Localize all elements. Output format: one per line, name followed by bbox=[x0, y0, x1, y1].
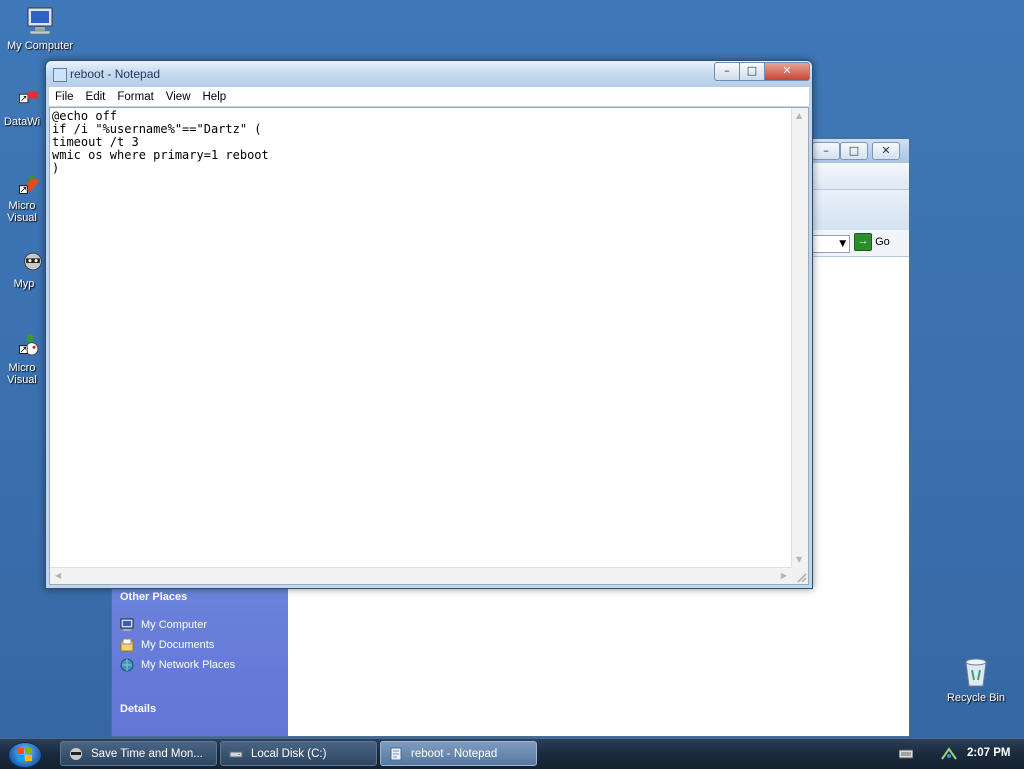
resize-grip-icon[interactable] bbox=[792, 568, 808, 584]
explorer-minimize-button[interactable]: – bbox=[812, 142, 840, 160]
drive-icon bbox=[229, 751, 243, 757]
explorer-maximize-button[interactable]: □ bbox=[840, 142, 868, 160]
other-places-panel: Other Places My Computer My Documents My… bbox=[120, 591, 280, 675]
scroll-left-arrow-icon[interactable]: ◀ bbox=[55, 571, 61, 581]
desktop-icon-label: Micro Visual bbox=[7, 362, 37, 386]
text-editor-area[interactable]: @echo off if /i "%username%"=="Dartz" ( … bbox=[49, 107, 809, 585]
taskbar: Save Time and Mon... Local Disk (C:) reb… bbox=[0, 738, 1024, 769]
desktop-icon-label: Myp bbox=[13, 278, 35, 290]
network-places-icon bbox=[120, 658, 134, 672]
other-place-my-computer[interactable]: My Computer bbox=[120, 615, 280, 635]
address-dropdown-button[interactable]: ▼ bbox=[812, 235, 850, 253]
close-button[interactable]: ✕ bbox=[764, 62, 810, 81]
desktop-icon-my-computer[interactable]: My Computer bbox=[0, 4, 80, 52]
my-documents-icon bbox=[120, 638, 134, 652]
menu-file[interactable]: File bbox=[49, 91, 80, 103]
recycle-bin-icon bbox=[965, 658, 987, 687]
desktop-icon-recycle-bin[interactable]: Recycle Bin bbox=[938, 656, 1014, 704]
menu-view[interactable]: View bbox=[160, 91, 197, 103]
horizontal-scrollbar[interactable]: ◀ ▶ bbox=[50, 567, 792, 584]
my-computer-icon bbox=[120, 618, 134, 631]
system-tray: 2:07 PM bbox=[893, 741, 1021, 766]
minimize-button[interactable]: – bbox=[714, 62, 740, 81]
other-place-my-documents[interactable]: My Documents bbox=[120, 635, 280, 655]
taskbar-item-local-disk[interactable]: Local Disk (C:) bbox=[220, 741, 377, 766]
notepad-window[interactable]: reboot - Notepad – □ ✕ File Edit Format … bbox=[45, 60, 813, 589]
desktop-icon-label: My Computer bbox=[6, 40, 74, 52]
scroll-right-arrow-icon[interactable]: ▶ bbox=[781, 571, 787, 581]
other-places-heading: Other Places bbox=[120, 591, 188, 603]
other-place-my-network-places[interactable]: My Network Places bbox=[120, 655, 280, 675]
scroll-down-arrow-icon[interactable]: ▼ bbox=[796, 555, 802, 565]
shortcut-icon bbox=[19, 91, 38, 104]
maximize-button[interactable]: □ bbox=[739, 62, 765, 81]
network-icon[interactable] bbox=[941, 747, 957, 761]
my-computer-icon bbox=[27, 7, 53, 35]
details-heading: Details bbox=[120, 703, 157, 715]
editor-content[interactable]: @echo off if /i "%username%"=="Dartz" ( … bbox=[52, 110, 269, 175]
menu-format[interactable]: Format bbox=[111, 91, 159, 103]
visual-studio-icon bbox=[19, 175, 40, 194]
vertical-scrollbar[interactable]: ▲ ▼ bbox=[791, 108, 808, 568]
recycle-bin-label: Recycle Bin bbox=[946, 692, 1006, 704]
notepad-icon bbox=[390, 747, 402, 760]
desktop-icon-myp[interactable]: Myp bbox=[0, 250, 48, 290]
notepad-icon bbox=[53, 68, 67, 82]
window-title: reboot - Notepad bbox=[70, 67, 161, 81]
go-label: Go bbox=[875, 235, 890, 248]
raccoon-app-icon bbox=[24, 252, 42, 271]
scroll-up-arrow-icon[interactable]: ▲ bbox=[796, 111, 802, 121]
keyboard-icon[interactable] bbox=[899, 749, 913, 759]
windows-logo-icon bbox=[17, 748, 32, 761]
raccoon-app-icon bbox=[70, 747, 82, 760]
clock[interactable]: 2:07 PM bbox=[967, 747, 1010, 759]
menu-edit[interactable]: Edit bbox=[80, 91, 112, 103]
menu-bar: File Edit Format View Help bbox=[49, 87, 809, 106]
desktop-icon-label: DataWi bbox=[3, 116, 41, 128]
explorer-close-button[interactable]: ✕ bbox=[872, 142, 900, 160]
notepad-titlebar[interactable]: reboot - Notepad – □ ✕ bbox=[46, 61, 812, 87]
go-button[interactable]: → Go bbox=[854, 233, 904, 253]
taskbar-item-notepad[interactable]: reboot - Notepad bbox=[380, 741, 537, 766]
taskbar-item-save-time[interactable]: Save Time and Mon... bbox=[60, 741, 217, 766]
visual-app-icon bbox=[19, 333, 39, 356]
go-arrow-icon: → bbox=[854, 233, 872, 251]
desktop-icon-label: Micro Visual bbox=[7, 200, 37, 224]
desktop-icon-datawi[interactable]: DataWi bbox=[0, 90, 46, 128]
menu-help[interactable]: Help bbox=[197, 91, 233, 103]
start-button[interactable] bbox=[8, 742, 42, 768]
